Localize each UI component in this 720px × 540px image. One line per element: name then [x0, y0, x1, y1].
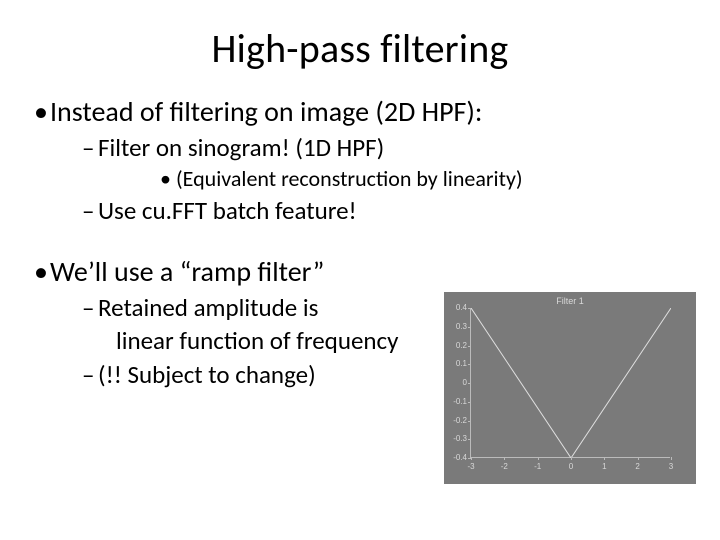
bullet-l2: Filter on sinogram! (1D HPF) (Equivalent…: [50, 133, 692, 192]
bullet-text: (!! Subject to change): [98, 359, 316, 390]
chart-ytick: -0.1: [443, 398, 467, 406]
chart-ytick: -0.2: [443, 417, 467, 425]
chart-ytick: 0.1: [443, 360, 467, 368]
bullet-l1: Instead of filtering on image (2D HPF): …: [28, 95, 692, 227]
bullet-text: We’ll use a “ramp filter”: [50, 254, 324, 289]
chart-ytick: 0.4: [443, 304, 467, 312]
chart-xtick: 1: [602, 463, 606, 471]
bullet-l2: Use cu.FFT batch feature!: [50, 196, 692, 227]
bullet-l3: (Equivalent reconstruction by linearity): [98, 166, 692, 193]
chart-ytick: 0: [443, 379, 467, 387]
bullet-text: (Equivalent reconstruction by linearity): [176, 165, 523, 192]
chart-xtick: -2: [501, 463, 508, 471]
bullet-text: Filter on sinogram! (1D HPF): [98, 132, 384, 163]
chart-ytick: -0.3: [443, 435, 467, 443]
chart-ytick: 0.2: [443, 342, 467, 350]
chart-title: Filter 1: [556, 296, 584, 306]
chart-ytick: -0.4: [443, 454, 467, 462]
chart-line-icon: [471, 308, 671, 458]
chart-xtick: 3: [669, 463, 673, 471]
chart-xtick: 0: [569, 463, 573, 471]
ramp-filter-chart: Filter 1 -0.4-0.3-0.2-0.100.10.20.30.4-3…: [444, 292, 696, 484]
chart-xtick: -1: [534, 463, 541, 471]
bullet-text: Retained amplitude is: [98, 292, 318, 323]
slide-title: High-pass filtering: [28, 24, 692, 73]
slide: High-pass filtering Instead of filtering…: [0, 0, 720, 540]
chart-xtick: -3: [467, 463, 474, 471]
chart-plot-area: -0.4-0.3-0.2-0.100.10.20.30.4-3-2-10123: [470, 308, 670, 458]
bullet-text: Instead of filtering on image (2D HPF):: [50, 94, 482, 129]
chart-xtick: 2: [635, 463, 639, 471]
bullet-text: Use cu.FFT batch feature!: [98, 195, 357, 226]
chart-ytick: 0.3: [443, 323, 467, 331]
